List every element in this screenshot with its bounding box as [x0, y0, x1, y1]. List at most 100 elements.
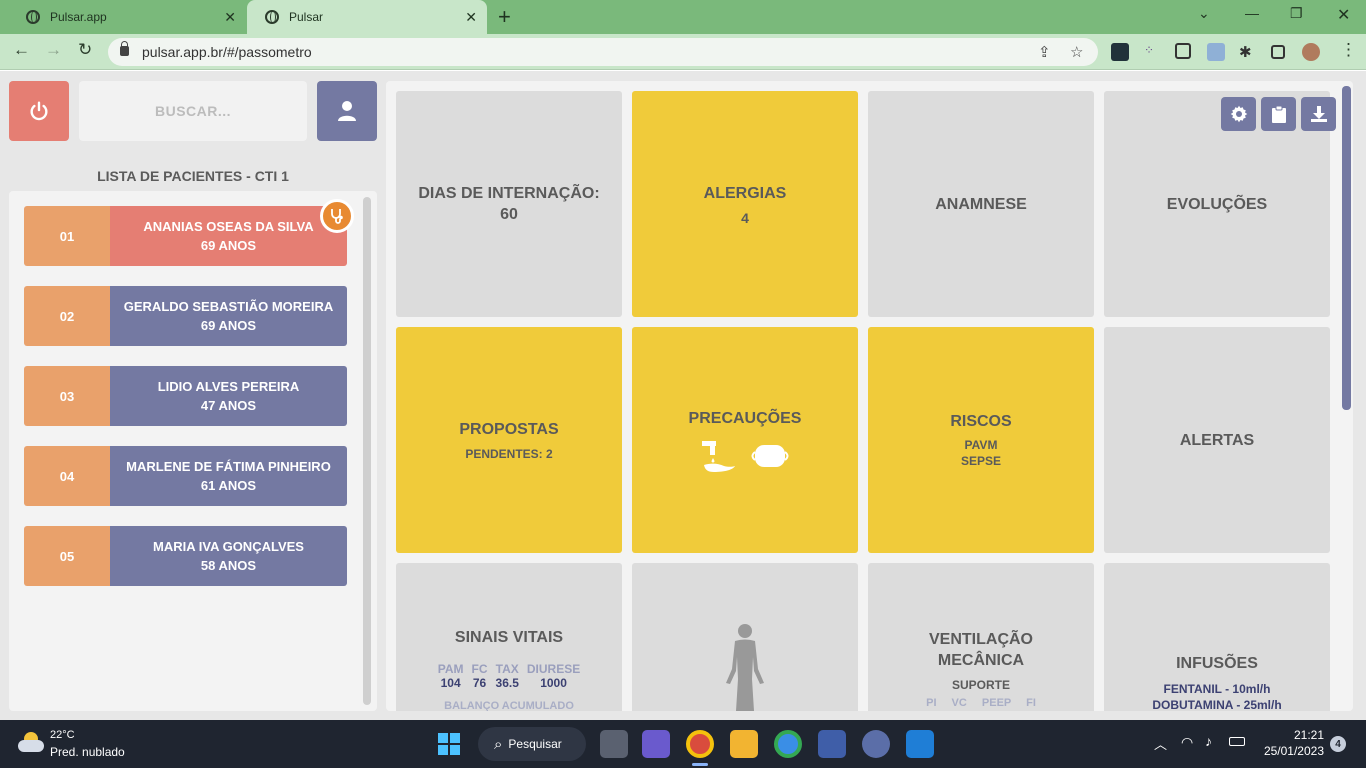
vscode-icon[interactable]	[906, 730, 934, 758]
address-bar[interactable]: pulsar.app.br/#/passometro ⇪ ☆	[108, 38, 1098, 66]
battery-icon[interactable]	[1229, 737, 1245, 746]
puzzle-icon[interactable]: ✱	[1239, 43, 1257, 61]
download-button[interactable]	[1301, 97, 1336, 131]
tile-title: EVOLUÇÕES	[1166, 195, 1268, 213]
close-tab-icon[interactable]: ✕	[224, 9, 236, 26]
dashboard-scrollbar[interactable]	[1342, 86, 1351, 410]
tile-alergias[interactable]: ALERGIAS 4	[632, 91, 858, 317]
side-panel-icon[interactable]	[1271, 45, 1285, 59]
vitals-table: PAM 104 FC 76 TAX 36.5 DIURESE 1000	[438, 662, 580, 690]
forward-icon[interactable]: →	[45, 40, 62, 60]
user-button[interactable]	[317, 81, 377, 141]
chevron-up-icon[interactable]: ︿	[1154, 734, 1167, 753]
clock-time[interactable]: 21:21	[1262, 728, 1324, 742]
browser-tabstrip: Pulsar.app ✕ Pulsar ✕ + ⌄ — ❐ ✕	[0, 0, 1366, 34]
user-icon	[338, 101, 356, 121]
back-icon[interactable]: ←	[13, 40, 30, 60]
tile-title: ALERTAS	[1179, 431, 1255, 449]
vital-header: TAX	[495, 662, 519, 676]
weather-cloud-icon[interactable]	[16, 730, 46, 756]
download-icon	[1310, 106, 1327, 122]
vital-value: 1000	[540, 676, 567, 690]
tile-dias-internacao[interactable]: DIAS DE INTERNAÇÃO: 60	[396, 91, 622, 317]
tile-evolucoes[interactable]: EVOLUÇÕES	[1104, 91, 1330, 317]
tile-riscos[interactable]: RISCOS PAVM SEPSE	[868, 327, 1094, 553]
risk-item: PAVM	[964, 438, 998, 452]
close-window-button[interactable]: ✕	[1337, 5, 1350, 25]
windows-taskbar: 22°C Pred. nublado ⌕ Pesquisar ︿ ◠ ♪ 21:…	[0, 720, 1366, 768]
globe-icon	[26, 10, 40, 24]
patient-card-04[interactable]: 04 MARLENE DE FÁTIMA PINHEIRO 61 ANOS	[24, 446, 347, 506]
taskbar-search[interactable]: ⌕ Pesquisar	[478, 727, 586, 761]
restore-button[interactable]: ❐	[1290, 5, 1303, 22]
tile-value: 60	[500, 206, 518, 223]
tile-title: MECÂNICA	[937, 652, 1025, 669]
menu-icon[interactable]: ⋮	[1340, 40, 1357, 60]
list-scrollbar[interactable]	[363, 197, 371, 705]
logout-button[interactable]	[9, 81, 69, 141]
tile-title: VENTILAÇÃO	[929, 631, 1033, 648]
tile-body-figure[interactable]	[632, 563, 858, 711]
tile-subtitle: SUPORTE	[951, 678, 1010, 692]
precaution-icons	[700, 439, 790, 473]
patient-card-01[interactable]: 01 ANANIAS OSEAS DA SILVA 69 ANOS	[24, 206, 347, 266]
patient-card-05[interactable]: 05 MARIA IVA GONÇALVES 58 ANOS	[24, 526, 347, 586]
windows-start-icon[interactable]	[435, 730, 463, 758]
task-view-icon[interactable]	[600, 730, 628, 758]
volume-icon[interactable]: ♪	[1205, 733, 1212, 749]
settings-button[interactable]	[1221, 97, 1256, 131]
share-icon[interactable]: ⇪	[1038, 43, 1051, 61]
tile-ventilacao[interactable]: VENTILAÇÃO MECÂNICA SUPORTE PI VC PEEP F…	[868, 563, 1094, 711]
stethoscope-icon[interactable]	[320, 199, 354, 233]
vital-header: PAM	[437, 662, 464, 676]
infusion-item: FENTANIL - 10ml/h	[1163, 682, 1271, 696]
clipboard-button[interactable]	[1261, 97, 1296, 131]
reload-icon[interactable]: ↻	[78, 40, 92, 60]
patient-info: GERALDO SEBASTIÃO MOREIRA 69 ANOS	[110, 286, 347, 346]
network-app-icon[interactable]	[818, 730, 846, 758]
tile-alertas[interactable]: ALERTAS	[1104, 327, 1330, 553]
tab-pulsar-app[interactable]: Pulsar.app ✕	[8, 0, 246, 34]
chrome-profile-icon[interactable]	[686, 730, 714, 758]
notification-badge[interactable]: 4	[1330, 736, 1346, 752]
tile-title: INFUSÕES	[1176, 655, 1258, 672]
tile-sinais-vitais[interactable]: SINAIS VITAIS PAM 104 FC 76 TAX 36.5 DIURES…	[396, 563, 622, 711]
screen-capture-icon[interactable]	[1175, 43, 1191, 59]
balance-label: BALANÇO ACUMULADO	[444, 700, 574, 711]
weather-temp[interactable]: 22°C	[50, 729, 75, 741]
patient-card-03[interactable]: 03 LIDIO ALVES PEREIRA 47 ANOS	[24, 366, 347, 426]
globe-icon	[265, 10, 279, 24]
wifi-icon[interactable]: ◠	[1181, 734, 1193, 751]
tab-search-icon[interactable]: ⌄	[1198, 5, 1210, 22]
pgadmin-icon[interactable]	[862, 730, 890, 758]
patient-age: 61 ANOS	[200, 478, 257, 493]
tile-title: PROPOSTAS	[459, 420, 559, 438]
infusion-item: DOBUTAMINA - 25ml/h	[1152, 698, 1282, 711]
profile-avatar[interactable]	[1302, 43, 1320, 61]
close-tab-icon[interactable]: ✕	[465, 9, 477, 26]
tab-pulsar[interactable]: Pulsar ✕	[247, 0, 487, 34]
minimize-button[interactable]: —	[1245, 5, 1259, 21]
extension-icon[interactable]: ⁘	[1144, 43, 1162, 61]
tile-title: PRECAUÇÕES	[688, 409, 802, 427]
patient-bed-number: 02	[24, 286, 110, 346]
react-devtools-icon[interactable]	[1111, 43, 1129, 61]
tile-anamnese[interactable]: ANAMNESE	[868, 91, 1094, 317]
mask-icon	[751, 444, 789, 467]
tile-propostas[interactable]: PROPOSTAS PENDENTES: 2	[396, 327, 622, 553]
clock-date[interactable]: 25/01/2023	[1262, 744, 1324, 758]
chrome-icon[interactable]	[774, 730, 802, 758]
tile-infusoes[interactable]: INFUSÕES FENTANIL - 10ml/h DOBUTAMINA - …	[1104, 563, 1330, 711]
extension-icon[interactable]	[1207, 43, 1225, 61]
tile-precaucoes[interactable]: PRECAUÇÕES	[632, 327, 858, 553]
new-tab-button[interactable]: +	[498, 4, 511, 30]
weather-desc[interactable]: Pred. nublado	[50, 745, 125, 759]
file-explorer-icon[interactable]	[730, 730, 758, 758]
patient-card-02[interactable]: 02 GERALDO SEBASTIÃO MOREIRA 69 ANOS	[24, 286, 347, 346]
patient-search-input[interactable]	[79, 81, 307, 141]
vital-value: 104	[440, 676, 461, 690]
teams-chat-icon[interactable]	[642, 730, 670, 758]
patient-bed-number: 05	[24, 526, 110, 586]
bookmark-star-icon[interactable]: ☆	[1070, 43, 1083, 61]
patient-list-title: LISTA DE PACIENTES - CTI 1	[97, 168, 289, 184]
